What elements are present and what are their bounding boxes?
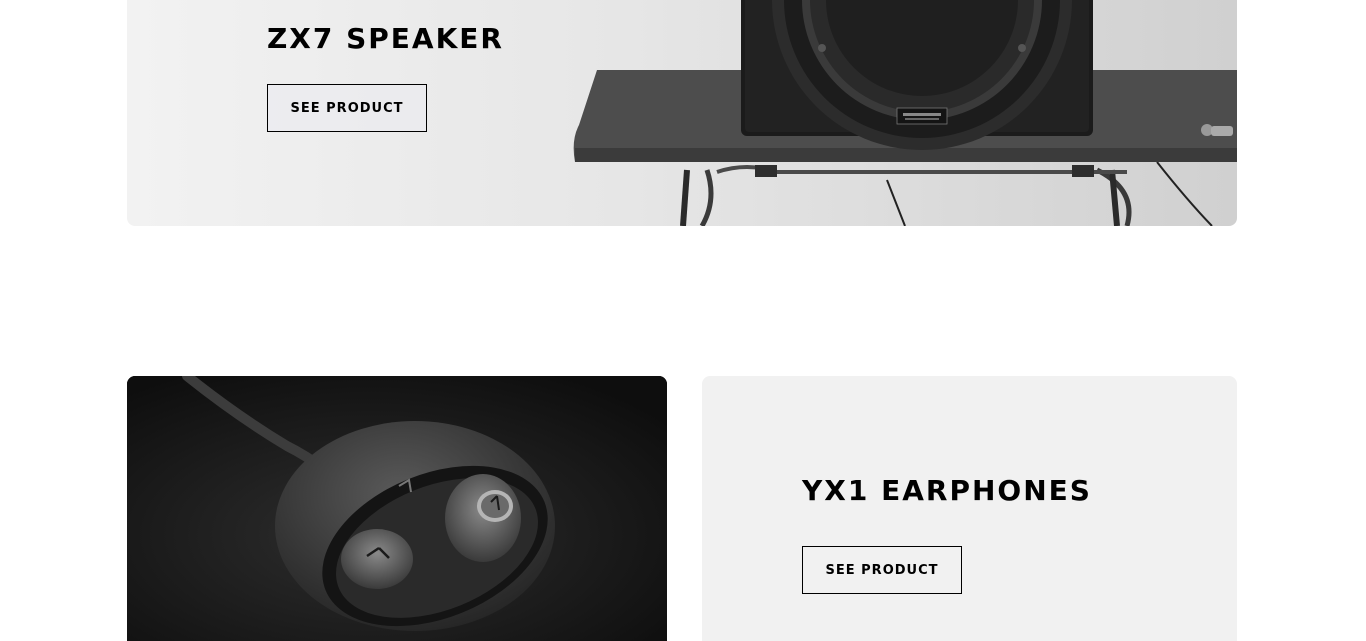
yx1-title: YX1 EARPHONES (802, 474, 1092, 507)
yx1-earphones-card: YX1 EARPHONES SEE PRODUCT (702, 376, 1237, 641)
yx1-see-product-button[interactable]: SEE PRODUCT (802, 546, 962, 594)
zx7-see-product-button[interactable]: SEE PRODUCT (267, 84, 427, 132)
yx1-earphones-image (127, 376, 667, 641)
zx7-speaker-banner: ZX7 SPEAKER SEE PRODUCT (127, 0, 1237, 226)
earphones-case-graphic (127, 376, 667, 641)
zx7-title: ZX7 SPEAKER (267, 22, 504, 55)
